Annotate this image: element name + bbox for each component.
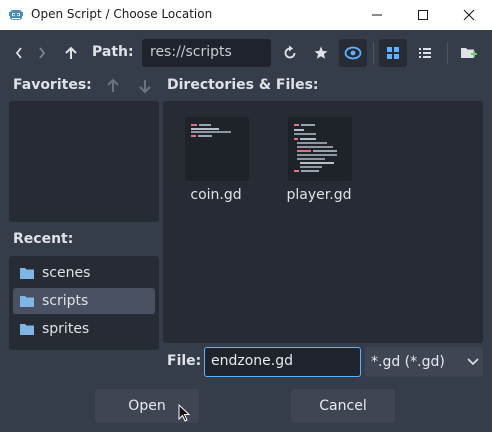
- favorite-move-down-button[interactable]: [134, 74, 156, 98]
- refresh-icon: [284, 45, 296, 59]
- toggle-hidden-button[interactable]: [339, 39, 367, 67]
- list-icon: [419, 48, 431, 58]
- favorite-move-up-button[interactable]: [102, 74, 124, 98]
- filter-select[interactable]: *.gd (*.gd): [365, 347, 483, 377]
- script-preview-icon: [294, 124, 337, 172]
- script-thumbnail: [185, 117, 249, 181]
- maximize-icon: [418, 10, 428, 20]
- cancel-button-label: Cancel: [319, 398, 367, 414]
- recent-item-sprites[interactable]: sprites: [13, 316, 155, 342]
- folder-icon: [20, 267, 34, 279]
- recent-item-label: sprites: [42, 321, 90, 337]
- recent-item-label: scenes: [42, 265, 91, 281]
- script-preview-icon: [191, 124, 231, 137]
- toolbar-divider: [373, 42, 374, 64]
- godot-logo-icon: [9, 10, 23, 20]
- folder-icon: [20, 323, 34, 335]
- file-item-player[interactable]: player.gd: [274, 113, 364, 213]
- eye-icon: [344, 46, 362, 60]
- arrow-up-icon: [65, 46, 77, 59]
- file-item-coin[interactable]: coin.gd: [171, 113, 261, 213]
- filter-value: *.gd (*.gd): [371, 354, 445, 370]
- recent-label: Recent:: [13, 231, 74, 247]
- move-down-icon: [139, 80, 151, 94]
- recent-item-scripts[interactable]: scripts: [13, 288, 155, 314]
- create-folder-button[interactable]: [456, 40, 482, 66]
- folder-icon: [20, 295, 34, 307]
- grid-view-button[interactable]: [379, 39, 407, 67]
- file-name: player.gd: [286, 187, 352, 203]
- recent-list[interactable]: scenes scripts sprites: [9, 256, 159, 350]
- open-button-label: Open: [128, 398, 166, 414]
- refresh-button[interactable]: [277, 40, 303, 66]
- back-button[interactable]: [10, 40, 28, 66]
- file-label: File:: [167, 353, 202, 369]
- list-view-button[interactable]: [412, 40, 438, 66]
- close-window-button[interactable]: [446, 0, 492, 30]
- move-up-icon: [107, 78, 119, 92]
- recent-item-scenes[interactable]: scenes: [13, 260, 155, 286]
- file-name: coin.gd: [190, 187, 242, 203]
- minimize-button[interactable]: [354, 0, 400, 30]
- chevron-left-icon: [15, 47, 22, 59]
- script-thumbnail: [288, 117, 352, 181]
- path-value: res://scripts: [150, 44, 232, 60]
- title-bar: Open Script / Choose Location: [0, 0, 492, 30]
- favorite-button[interactable]: [308, 40, 334, 66]
- files-label: Directories & Files:: [167, 77, 319, 93]
- cancel-button[interactable]: Cancel: [291, 389, 395, 423]
- file-name-value: endzone.gd: [211, 353, 293, 369]
- new-folder-icon: [461, 48, 477, 58]
- star-icon: [314, 46, 328, 59]
- path-input[interactable]: res://scripts: [142, 39, 271, 67]
- minimize-icon: [372, 14, 382, 16]
- parent-folder-button[interactable]: [60, 40, 82, 66]
- mouse-cursor-icon: [178, 404, 191, 422]
- maximize-button[interactable]: [400, 0, 446, 30]
- toolbar-divider: [447, 42, 448, 64]
- path-label: Path:: [92, 44, 134, 60]
- window-title: Open Script / Choose Location: [31, 7, 213, 21]
- close-icon: [463, 9, 475, 21]
- chevron-right-icon: [39, 47, 46, 59]
- recent-item-label: scripts: [42, 293, 89, 309]
- favorites-list[interactable]: [9, 101, 159, 222]
- forward-button[interactable]: [33, 40, 51, 66]
- chevron-down-icon: [467, 358, 479, 366]
- grid-icon: [387, 47, 399, 59]
- files-grid[interactable]: coin.gd player.gd: [163, 101, 483, 343]
- favorites-label: Favorites:: [13, 77, 92, 93]
- file-name-input[interactable]: endzone.gd: [204, 347, 361, 377]
